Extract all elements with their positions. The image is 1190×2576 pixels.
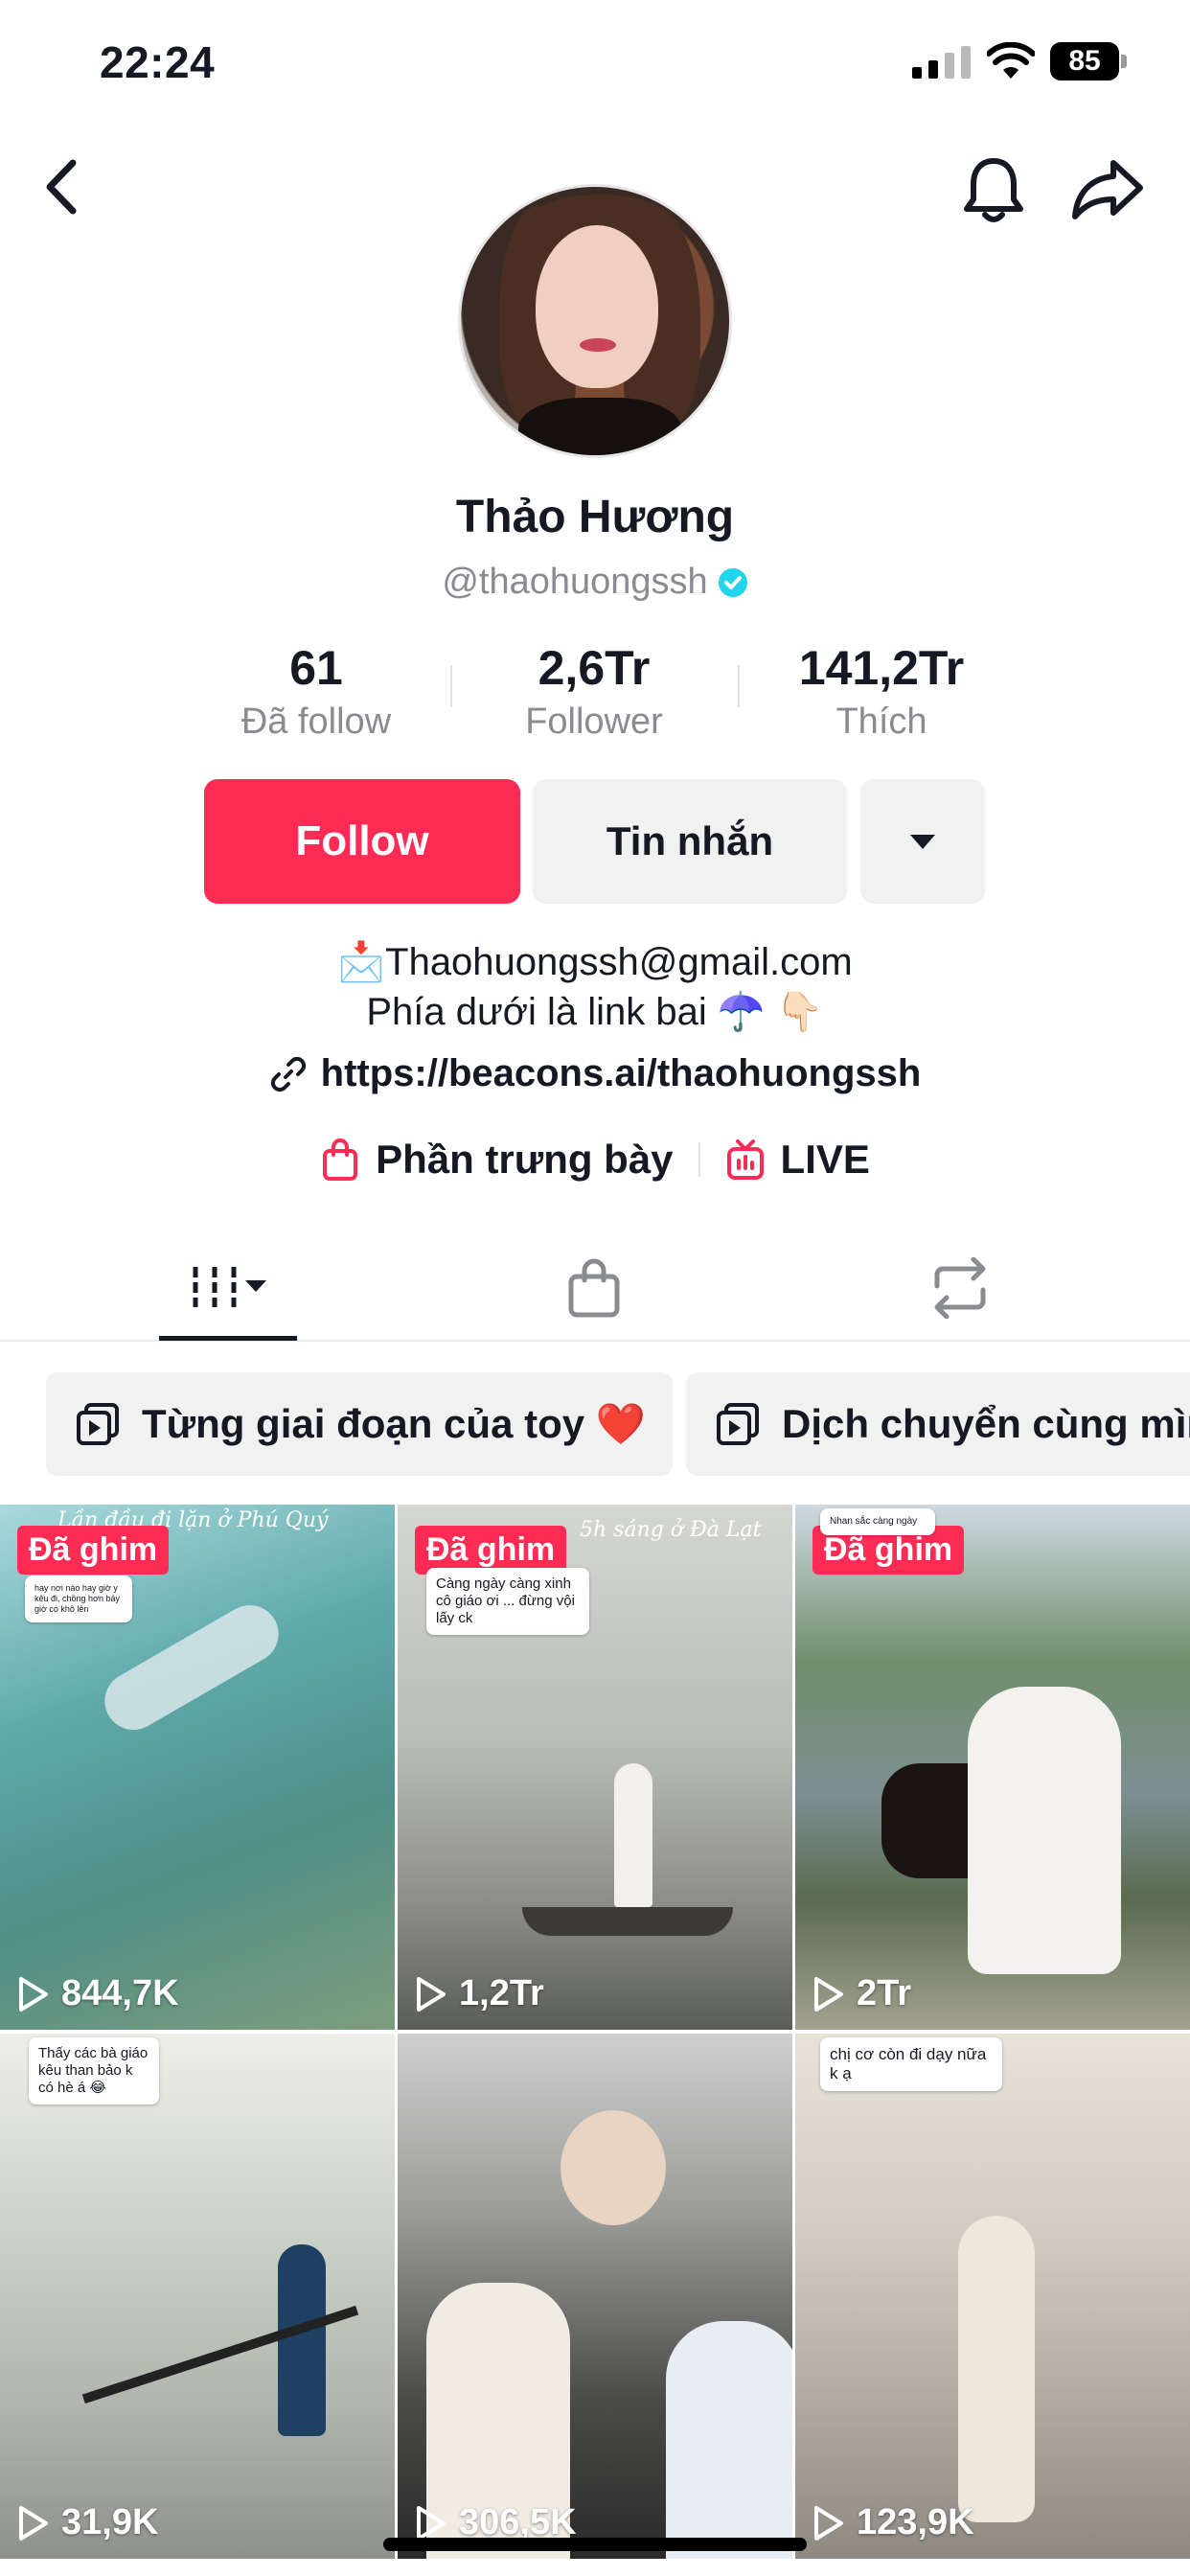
play-icon [19, 2505, 48, 2541]
link-icon [270, 1056, 306, 1092]
view-count-text: 31,9K [61, 2502, 159, 2542]
video-thumbnail[interactable]: Lần đầu đi lặn ở Phú Quý Đã ghim hay nơi… [0, 1505, 395, 2030]
video-thumbnail[interactable]: 5h sáng ở Đà Lạt Đã ghim Càng ngày càng … [398, 1505, 792, 2030]
playlist-row: Từng giai đoạn của toy ❤️ Dịch chuyển cù… [0, 1372, 1190, 1478]
showcase-label: Phần trưng bày [376, 1137, 674, 1182]
playlist-label: Từng giai đoạn của toy ❤️ [142, 1400, 647, 1446]
caret-down-icon [910, 834, 935, 849]
status-time: 22:24 [100, 37, 216, 87]
play-icon [19, 1976, 48, 2012]
comment-sticker: hay nơi nào hay giờ y kêu đi, chồng hơn … [25, 1576, 132, 1622]
stat-value: 61 [289, 641, 343, 695]
cellular-signal-icon [912, 46, 971, 79]
video-thumbnail[interactable]: 306,5K [398, 2034, 792, 2559]
bell-icon[interactable] [958, 151, 1029, 226]
stat-label: Đã follow [240, 702, 392, 742]
home-indicator[interactable] [383, 2538, 807, 2551]
video-overlay-text: 5h sáng ở Đà Lạt [580, 1518, 762, 1542]
shortcut-divider [698, 1142, 700, 1177]
playlist-chip[interactable]: Từng giai đoạn của toy ❤️ [46, 1372, 674, 1476]
view-count-text: 1,2Tr [459, 1973, 544, 2013]
status-bar: 22:24 85 [0, 0, 1190, 134]
video-grid: Lần đầu đi lặn ở Phú Quý Đã ghim hay nơi… [0, 1505, 1190, 2576]
stat-divider [450, 665, 452, 707]
profile-name: Thảo Hương [455, 492, 735, 542]
view-count: 1,2Tr [413, 1973, 544, 2014]
bio: 📩Thaohuongssh@gmail.com Phía dưới là lin… [0, 937, 1190, 1037]
playlist-chip[interactable]: Dịch chuyển cùng mìn [686, 1372, 1190, 1476]
video-thumbnail[interactable]: chị cơ còn đi dạy nữa k ạ 123,9K [795, 2034, 1190, 2559]
profile-stats: 61 Đã follow 2,6Tr Follower 141,2Tr Thíc… [192, 636, 998, 742]
view-count-text: 123,9K [857, 2502, 974, 2542]
stat-label: Thích [835, 702, 927, 742]
comment-sticker: Thấy các bà giáo kêu than bảo k có hè á … [29, 2037, 159, 2104]
profile-shortcuts: Phần trưng bày LIVE [0, 1137, 1190, 1183]
live-tv-icon [726, 1139, 764, 1180]
tab-videos[interactable] [132, 1236, 324, 1340]
stat-value: 141,2Tr [798, 641, 965, 695]
repost-icon [934, 1257, 986, 1319]
view-count: 844,7K [15, 1973, 179, 2014]
stat-label: Follower [525, 702, 663, 742]
bio-line-note: Phía dưới là link bai ☂️ 👇🏻 [366, 991, 824, 1033]
verified-badge-icon [718, 567, 747, 597]
view-count-text: 2Tr [857, 1973, 912, 2013]
follow-button[interactable]: Follow [204, 779, 520, 904]
showcase-link[interactable]: Phần trưng bày [320, 1137, 674, 1183]
comment-sticker: Càng ngày càng xinh cô giáo ơi ... đừng … [426, 1568, 589, 1635]
handle-row: @thaohuongssh [0, 562, 1190, 603]
bio-link-text[interactable]: https://beacons.ai/thaohuongssh [321, 1052, 922, 1095]
live-link[interactable]: LIVE [725, 1137, 870, 1183]
battery-level: 85 [1050, 42, 1119, 80]
videos-grid-icon [193, 1267, 266, 1307]
profile-handle: @thaohuongssh [442, 562, 708, 602]
play-icon [814, 1976, 843, 2012]
active-tab-indicator [159, 1336, 297, 1341]
view-count: 31,9K [15, 2502, 158, 2543]
tab-shop[interactable] [498, 1236, 690, 1340]
stat-followers[interactable]: 2,6Tr Follower [469, 636, 719, 744]
live-label: LIVE [780, 1137, 870, 1182]
message-button[interactable]: Tin nhắn [533, 779, 847, 904]
comment-sticker: Nhan sắc càng ngày [820, 1508, 935, 1535]
wifi-icon [987, 42, 1035, 79]
playlist-icon [717, 1403, 759, 1445]
stat-divider [738, 665, 740, 707]
bio-link[interactable]: https://beacons.ai/thaohuongssh [0, 1052, 1190, 1095]
shopping-bag-icon [323, 1138, 358, 1181]
stat-following[interactable]: 61 Đã follow [192, 636, 441, 744]
view-count: 2Tr [811, 1973, 911, 2014]
view-count-text: 844,7K [61, 1973, 179, 2013]
tab-reposts[interactable] [864, 1236, 1056, 1340]
shop-bag-icon [568, 1258, 620, 1318]
pinned-badge: Đã ghim [17, 1526, 170, 1575]
video-thumbnail[interactable]: Đã ghim Nhan sắc càng ngày 2Tr [795, 1505, 1190, 2030]
bio-line-email: 📩Thaohuongssh@gmail.com [337, 941, 853, 983]
avatar[interactable] [458, 184, 732, 458]
view-count: 123,9K [811, 2502, 974, 2543]
battery-icon: 85 [1050, 42, 1127, 80]
playlist-icon [77, 1403, 119, 1445]
comment-sticker: chị cơ còn đi dạy nữa k ạ [820, 2037, 1002, 2091]
playlist-label: Dịch chuyển cùng mìn [782, 1401, 1190, 1446]
stat-value: 2,6Tr [538, 641, 651, 695]
more-options-button[interactable] [860, 779, 985, 904]
play-icon [417, 2505, 446, 2541]
play-icon [417, 1976, 446, 2012]
stat-likes[interactable]: 141,2Tr Thích [757, 636, 1006, 744]
profile-tabs [0, 1236, 1190, 1342]
play-icon [814, 2505, 843, 2541]
share-icon[interactable] [1069, 153, 1146, 224]
video-thumbnail[interactable]: Thấy các bà giáo kêu than bảo k có hè á … [0, 2034, 395, 2559]
back-arrow-icon[interactable] [34, 151, 96, 222]
